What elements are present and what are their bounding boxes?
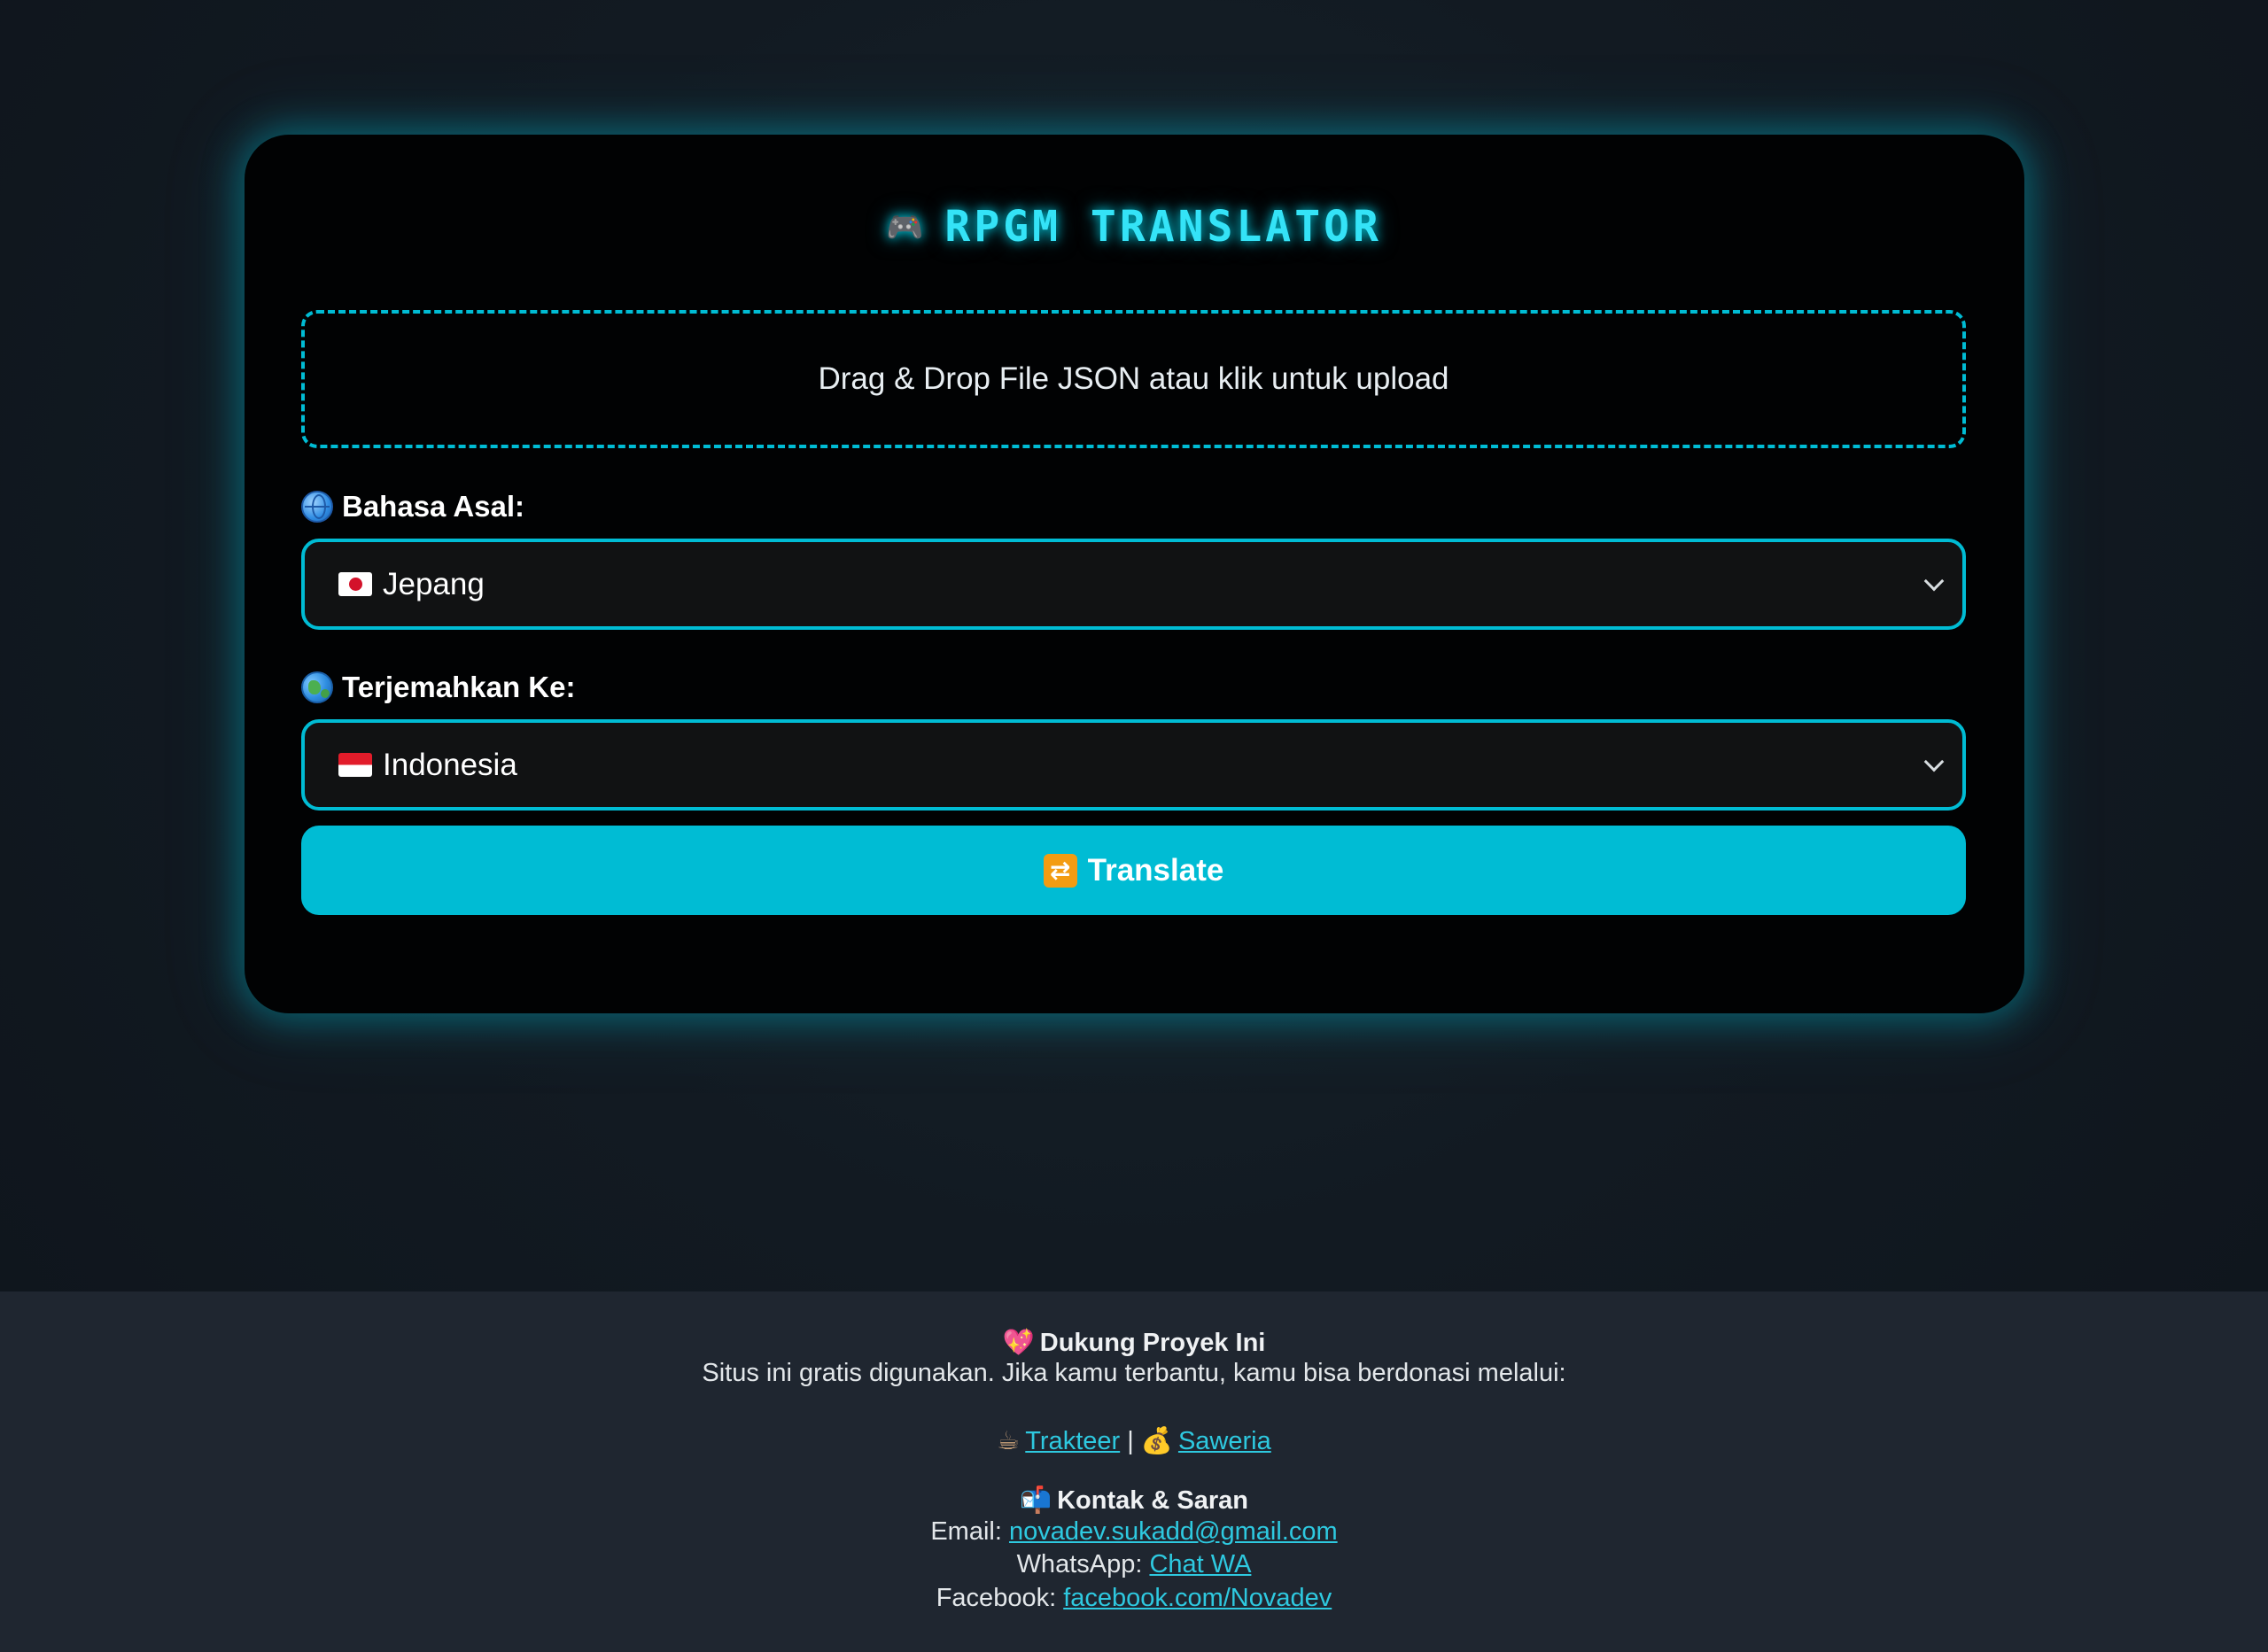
email-line: Email: novadev.sukadd@gmail.com — [0, 1517, 2268, 1547]
saweria-link[interactable]: Saweria — [1178, 1427, 1271, 1455]
translate-button-label: Translate — [1087, 852, 1224, 888]
translate-button[interactable]: ⇄ Translate — [301, 826, 1966, 915]
email-link[interactable]: novadev.sukadd@gmail.com — [1009, 1517, 1338, 1546]
globe-icon — [301, 491, 333, 523]
target-language-select[interactable]: Indonesia — [301, 719, 1966, 810]
mailbox-icon: 📬 — [1019, 1485, 1052, 1515]
coffee-icon: ☕ — [997, 1425, 1021, 1455]
support-text: Situs ini gratis digunakan. Jika kamu te… — [702, 1359, 1566, 1387]
trakteer-link[interactable]: Trakteer — [1025, 1427, 1120, 1455]
flag-japan-icon — [338, 572, 372, 596]
app-title-text: RPGM TRANSLATOR — [944, 202, 1382, 252]
facebook-line: Facebook: facebook.com/Novadev — [0, 1584, 2268, 1613]
flag-indonesia-icon — [338, 753, 372, 777]
target-language-label: Terjemahkan Ke: — [301, 671, 575, 704]
money-bag-icon: 💰 — [1140, 1425, 1173, 1455]
support-heading: 💖 Dukung Proyek Ini — [0, 1327, 2268, 1358]
repeat-icon: ⇄ — [1043, 853, 1077, 888]
whatsapp-line: WhatsApp: Chat WA — [0, 1550, 2268, 1579]
source-language-select[interactable]: Jepang — [301, 539, 1966, 630]
source-language-label-text: Bahasa Asal: — [342, 490, 525, 523]
target-language-label-text: Terjemahkan Ke: — [342, 671, 576, 703]
chevron-down-icon — [1923, 751, 1945, 772]
source-language-label: Bahasa Asal: — [301, 490, 524, 524]
contact-heading: 📬 Kontak & Saran — [0, 1485, 2268, 1516]
earth-globe-icon — [301, 671, 333, 703]
source-language-value: Jepang — [383, 566, 485, 601]
email-label: Email: — [930, 1517, 1002, 1546]
heart-icon: 💖 — [1002, 1327, 1035, 1357]
file-upload-dropzone[interactable]: Drag & Drop File JSON atau klik untuk up… — [301, 310, 1966, 448]
facebook-label: Facebook: — [936, 1584, 1057, 1612]
donate-separator: | — [1127, 1427, 1134, 1455]
whatsapp-label: WhatsApp: — [1016, 1550, 1143, 1578]
contact-title: Kontak & Saran — [1057, 1486, 1249, 1515]
gamepad-icon: 🎮 — [886, 210, 928, 245]
support-title: Dukung Proyek Ini — [1039, 1329, 1266, 1357]
main-area: 🎮 RPGM TRANSLATOR Drag & Drop File JSON a… — [0, 0, 2268, 1291]
chevron-down-icon — [1923, 570, 1945, 591]
app-title: 🎮 RPGM TRANSLATOR — [0, 202, 2268, 252]
target-language-value: Indonesia — [383, 747, 517, 782]
footer: 💖 Dukung Proyek Ini Situs ini gratis digu… — [0, 1291, 2268, 1652]
donate-links: ☕ Trakteer | 💰 Saweria — [0, 1425, 2268, 1456]
facebook-link[interactable]: facebook.com/Novadev — [1063, 1584, 1332, 1612]
dropzone-text: Drag & Drop File JSON atau klik untuk up… — [818, 361, 1449, 396]
whatsapp-link[interactable]: Chat WA — [1149, 1550, 1251, 1578]
